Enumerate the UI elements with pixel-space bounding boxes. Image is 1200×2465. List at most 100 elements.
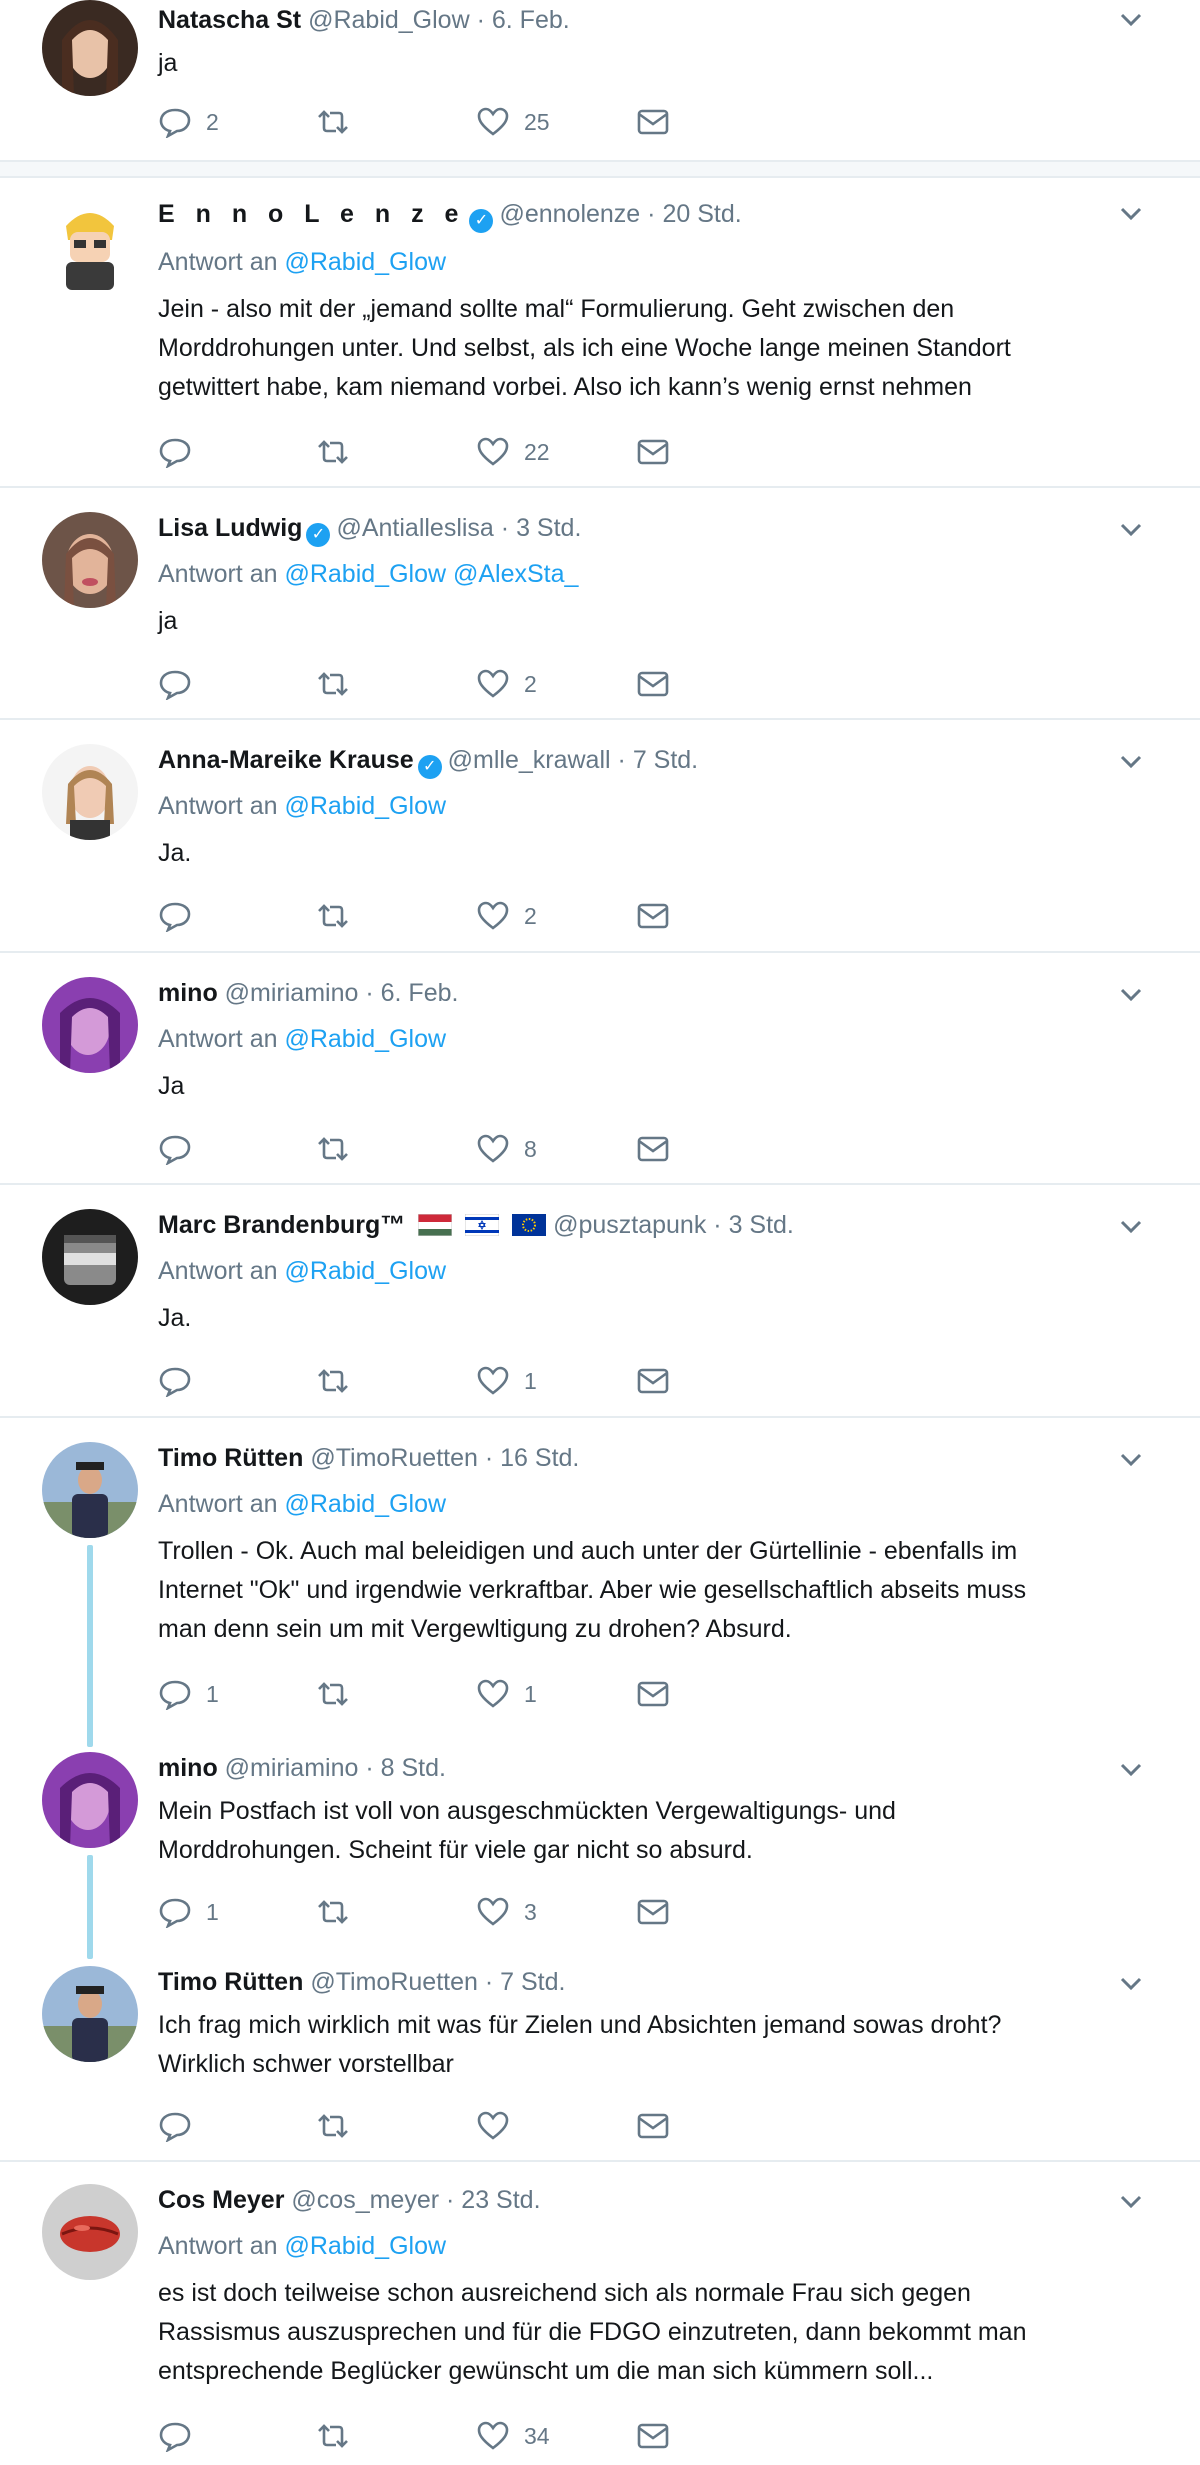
retweet-button[interactable] [316, 666, 364, 702]
timestamp[interactable]: 20 Std. [662, 200, 741, 228]
avatar[interactable] [42, 744, 138, 840]
timestamp[interactable]: 6. Feb. [381, 979, 459, 1007]
author-name[interactable]: E n n o L e n z e [158, 200, 465, 228]
chevron-down-icon[interactable] [1118, 1970, 1144, 1996]
tweet[interactable]: Lisa Ludwig ✓ @Antialleslisa · 3 Std. Antw… [0, 488, 1200, 720]
mention-link[interactable]: @Rabid_Glow [284, 560, 446, 588]
tweet[interactable]: Natascha St @Rabid_Glow · 6. Feb. ja 2 2… [0, 0, 1200, 160]
like-button[interactable]: 25 [476, 104, 550, 140]
author-handle[interactable]: @mlle_krawall [448, 746, 611, 774]
author-name[interactable]: mino [158, 1754, 218, 1782]
tweet[interactable]: Cos Meyer @cos_meyer · 23 Std. Antwort a… [0, 2162, 1200, 2465]
timestamp[interactable]: 6. Feb. [492, 6, 570, 34]
chevron-down-icon[interactable] [1118, 516, 1144, 542]
like-button[interactable]: 34 [476, 2418, 550, 2454]
reply-button[interactable] [158, 2108, 206, 2144]
like-button[interactable]: 2 [476, 898, 537, 934]
avatar[interactable] [42, 196, 138, 292]
reply-button[interactable]: 1 [158, 1676, 219, 1712]
retweet-button[interactable] [316, 1363, 364, 1399]
chevron-down-icon[interactable] [1118, 6, 1144, 32]
timestamp[interactable]: 8 Std. [381, 1754, 446, 1782]
like-button[interactable]: 3 [476, 1894, 537, 1930]
author-handle[interactable]: @pusztapunk [553, 1211, 706, 1239]
timestamp[interactable]: 3 Std. [729, 1211, 794, 1239]
mention-link[interactable]: @Rabid_Glow [284, 1257, 446, 1285]
direct-message-button[interactable] [636, 1131, 670, 1167]
mention-link[interactable]: @Rabid_Glow [284, 248, 446, 276]
retweet-button[interactable] [316, 2108, 364, 2144]
reply-button[interactable] [158, 1363, 206, 1399]
author-handle[interactable]: @TimoRuetten [310, 1968, 478, 1996]
avatar[interactable] [42, 977, 138, 1073]
mention-link[interactable]: @Rabid_Glow [284, 792, 446, 820]
author-name[interactable]: Timo Rütten [158, 1968, 303, 1996]
reply-button[interactable]: 2 [158, 104, 219, 140]
retweet-button[interactable] [316, 104, 364, 140]
author-handle[interactable]: @miriamino [225, 979, 359, 1007]
tweet[interactable]: mino @miriamino · 6. Feb. Antwort an @Ra… [0, 953, 1200, 1185]
mention-link[interactable]: @Rabid_Glow [284, 1025, 446, 1053]
tweet[interactable]: mino @miriamino · 8 Std. Mein Postfach i… [0, 1730, 1200, 1944]
like-button[interactable]: 8 [476, 1131, 537, 1167]
author-name[interactable]: Marc Brandenburg™ [158, 1211, 405, 1239]
avatar[interactable] [42, 512, 138, 608]
like-button[interactable]: 2 [476, 666, 537, 702]
timestamp[interactable]: 7 Std. [633, 746, 698, 774]
avatar[interactable] [42, 1966, 138, 2062]
direct-message-button[interactable] [636, 1676, 670, 1712]
reply-button[interactable] [158, 666, 206, 702]
tweet[interactable]: Marc Brandenburg™ @pusztapunk · 3 Std. A… [0, 1185, 1200, 1418]
retweet-button[interactable] [316, 1131, 364, 1167]
timestamp[interactable]: 23 Std. [461, 2186, 540, 2214]
tweet[interactable]: E n n o L e n z e ✓ @ennolenze · 20 Std. A… [0, 178, 1200, 488]
avatar[interactable] [42, 2184, 138, 2280]
tweet[interactable]: Timo Rütten @TimoRuetten · 16 Std. Antwo… [0, 1418, 1200, 1730]
author-name[interactable]: Timo Rütten [158, 1444, 303, 1472]
direct-message-button[interactable] [636, 104, 670, 140]
author-handle[interactable]: @cos_meyer [291, 2186, 439, 2214]
direct-message-button[interactable] [636, 2418, 670, 2454]
author-name[interactable]: Natascha St [158, 6, 301, 34]
chevron-down-icon[interactable] [1118, 2188, 1144, 2214]
retweet-button[interactable] [316, 434, 364, 470]
tweet[interactable]: Anna-Mareike Krause ✓ @mlle_krawall · 7 St… [0, 720, 1200, 953]
chevron-down-icon[interactable] [1118, 748, 1144, 774]
author-handle[interactable]: @miriamino [225, 1754, 359, 1782]
reply-button[interactable] [158, 1131, 206, 1167]
tweet[interactable]: Timo Rütten @TimoRuetten · 7 Std. Ich fr… [0, 1944, 1200, 2162]
author-name[interactable]: Cos Meyer [158, 2186, 284, 2214]
reply-button[interactable] [158, 434, 206, 470]
reply-button[interactable]: 1 [158, 1894, 219, 1930]
mention-link[interactable]: @AlexSta_ [453, 560, 578, 588]
chevron-down-icon[interactable] [1118, 1756, 1144, 1782]
retweet-button[interactable] [316, 2418, 364, 2454]
author-name[interactable]: Lisa Ludwig [158, 514, 302, 542]
direct-message-button[interactable] [636, 2108, 670, 2144]
mention-link[interactable]: @Rabid_Glow [284, 2232, 446, 2260]
direct-message-button[interactable] [636, 666, 670, 702]
retweet-button[interactable] [316, 898, 364, 934]
chevron-down-icon[interactable] [1118, 1213, 1144, 1239]
direct-message-button[interactable] [636, 1894, 670, 1930]
like-button[interactable]: 1 [476, 1363, 537, 1399]
timestamp[interactable]: 7 Std. [500, 1968, 565, 1996]
chevron-down-icon[interactable] [1118, 981, 1144, 1007]
author-name[interactable]: Anna-Mareike Krause [158, 746, 414, 774]
like-button[interactable]: 22 [476, 434, 550, 470]
mention-link[interactable]: @Rabid_Glow [284, 1490, 446, 1518]
direct-message-button[interactable] [636, 898, 670, 934]
avatar[interactable] [42, 1209, 138, 1305]
author-handle[interactable]: @ennolenze [499, 200, 640, 228]
direct-message-button[interactable] [636, 1363, 670, 1399]
direct-message-button[interactable] [636, 434, 670, 470]
timestamp[interactable]: 3 Std. [516, 514, 581, 542]
retweet-button[interactable] [316, 1894, 364, 1930]
author-name[interactable]: mino [158, 979, 218, 1007]
reply-button[interactable] [158, 898, 206, 934]
author-handle[interactable]: @Antialleslisa [336, 514, 493, 542]
chevron-down-icon[interactable] [1118, 200, 1144, 226]
retweet-button[interactable] [316, 1676, 364, 1712]
avatar[interactable] [42, 1752, 138, 1848]
author-handle[interactable]: @TimoRuetten [310, 1444, 478, 1472]
